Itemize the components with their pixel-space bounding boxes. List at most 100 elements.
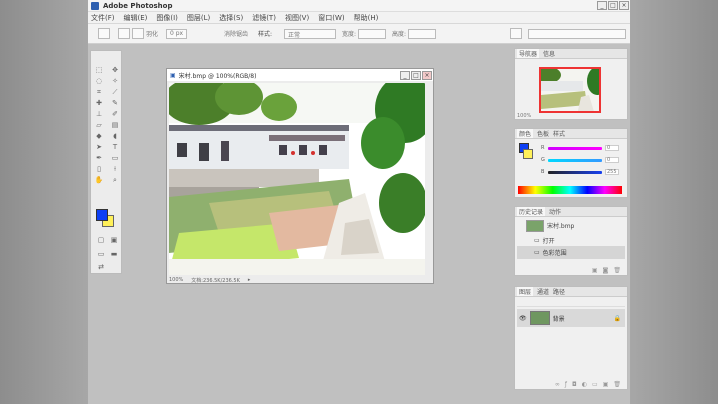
menu-file[interactable]: 文件(F) [91, 13, 115, 23]
eyedropper-tool-icon[interactable]: ⟊ [109, 164, 121, 174]
tab-swatches[interactable]: 色板 [537, 129, 549, 138]
tab-styles[interactable]: 样式 [553, 129, 565, 138]
palette-well[interactable] [528, 28, 626, 39]
foreground-color-swatch[interactable] [96, 209, 108, 221]
canvas-image[interactable] [169, 83, 425, 275]
layer-name: 背景 [552, 315, 565, 323]
navigator-thumbnail[interactable] [539, 67, 601, 113]
path-selection-tool-icon[interactable]: ➤ [93, 142, 105, 152]
document-size-readout: 文档:236.5K/236.5K [191, 277, 240, 284]
layer-options-bar [517, 298, 625, 307]
hand-tool-icon[interactable]: ✋ [93, 175, 105, 185]
menu-help[interactable]: 帮助(H) [354, 13, 379, 23]
history-panel-header: 历史记录 动作 [515, 207, 627, 217]
adjustment-layer-icon[interactable]: ◐ [582, 381, 587, 388]
brush-tool-icon[interactable]: ✎ [109, 98, 121, 108]
doc-maximize-button[interactable]: □ [411, 70, 421, 80]
new-snapshot-icon[interactable]: ◙ [603, 267, 609, 274]
status-arrow-icon[interactable]: ▸ [248, 277, 251, 283]
shape-tool-icon[interactable]: ▭ [109, 153, 121, 163]
menu-view[interactable]: 视图(V) [285, 13, 309, 23]
minimize-button[interactable]: _ [597, 1, 607, 10]
new-group-icon[interactable]: ▭ [592, 381, 598, 388]
zoom-tool-icon[interactable]: ⌕ [109, 175, 121, 185]
type-tool-icon[interactable]: T [109, 142, 121, 152]
slice-tool-icon[interactable]: ⟋ [109, 87, 121, 97]
document-window: ▣ 宋村.bmp @ 100%(RGB/8) _ □ × 100% 文档:236… [166, 68, 434, 284]
green-slider[interactable]: G 0 [541, 157, 619, 163]
color-panel-header: 颜色 色板 样式 [515, 129, 627, 139]
document-title: 宋村.bmp @ 100%(RGB/8) [178, 72, 257, 80]
tab-info[interactable]: 信息 [543, 49, 555, 58]
quick-mask-mode-icon[interactable]: ▣ [108, 235, 120, 245]
jump-to-imageready-icon[interactable]: ⇄ [95, 262, 107, 272]
tab-navigator[interactable]: 导航器 [517, 49, 540, 58]
doc-close-button[interactable]: × [422, 70, 432, 80]
document-title-bar: ▣ 宋村.bmp @ 100%(RGB/8) _ □ × [167, 69, 433, 81]
dodge-tool-icon[interactable]: ◖ [109, 131, 121, 141]
crop-tool-icon[interactable]: ⌗ [93, 87, 105, 97]
standard-mode-icon[interactable]: ▢ [95, 235, 107, 245]
close-button[interactable]: × [619, 1, 629, 10]
blur-tool-icon[interactable]: ◆ [93, 131, 105, 141]
eye-icon[interactable]: 👁 [519, 315, 527, 322]
history-step-icon: ▭ [534, 249, 540, 256]
tab-layers[interactable]: 图层 [517, 287, 534, 296]
lasso-tool-icon[interactable]: ◌ [93, 76, 105, 86]
notes-tool-icon[interactable]: ▯ [93, 164, 105, 174]
options-bar: 羽化 0 px 消除锯齿 样式: 正常 宽度: 高度: [88, 24, 630, 44]
tab-color[interactable]: 颜色 [517, 129, 534, 138]
trash-icon[interactable]: 🗑 [613, 267, 621, 274]
zoom-readout[interactable]: 100% [169, 277, 183, 283]
layer-row-background[interactable]: 👁 背景 🔒 [517, 309, 625, 327]
healing-brush-tool-icon[interactable]: ✚ [93, 98, 105, 108]
gradient-tool-icon[interactable]: ▤ [109, 120, 121, 130]
menu-window[interactable]: 窗口(W) [318, 13, 344, 23]
menu-select[interactable]: 选择(S) [219, 13, 243, 23]
new-document-icon[interactable]: ▣ [592, 267, 598, 274]
delete-layer-icon[interactable]: 🗑 [613, 381, 621, 388]
height-input[interactable] [408, 28, 436, 39]
clone-stamp-tool-icon[interactable]: ⊥ [93, 109, 105, 119]
maximize-button[interactable]: □ [608, 1, 618, 10]
photoshop-icon [91, 1, 99, 10]
style-select[interactable]: 正常 [284, 28, 336, 39]
history-brush-tool-icon[interactable]: ✐ [109, 109, 121, 119]
tool-preset-picker[interactable] [98, 28, 110, 39]
pen-tool-icon[interactable]: ✒ [93, 153, 105, 163]
panel-background-swatch[interactable] [523, 149, 533, 159]
tab-actions[interactable]: 动作 [549, 207, 561, 216]
doc-minimize-button[interactable]: _ [400, 70, 410, 80]
menu-layer[interactable]: 图层(L) [187, 13, 210, 23]
feather-label: 羽化 [146, 31, 159, 38]
palette-well-button[interactable] [510, 28, 522, 39]
screen-mode-icon[interactable]: ▭ [95, 249, 107, 259]
width-input[interactable] [358, 28, 386, 39]
toolbox: ⬚ ✥ ◌ ✧ ⌗ ⟋ ✚ ✎ ⊥ ✐ ▱ ▤ ◆ ◖ ➤ T ✒ ▭ ▯ ⟊ … [90, 50, 122, 274]
menu-filter[interactable]: 滤镜(T) [252, 13, 276, 23]
new-selection-button[interactable] [118, 28, 130, 39]
antialias-checkbox[interactable]: 消除锯齿 [224, 28, 248, 39]
blue-slider[interactable]: B 255 [541, 169, 619, 175]
marquee-tool-icon[interactable]: ⬚ [93, 65, 105, 75]
eraser-tool-icon[interactable]: ▱ [93, 120, 105, 130]
history-step-color-range[interactable]: ▭ 色彩范围 [517, 246, 625, 259]
menu-edit[interactable]: 编辑(E) [124, 13, 148, 23]
add-selection-button[interactable] [132, 28, 144, 39]
tab-history[interactable]: 历史记录 [517, 207, 546, 216]
feather-input[interactable]: 0 px [166, 28, 188, 39]
move-tool-icon[interactable]: ✥ [109, 65, 121, 75]
color-spectrum-ramp[interactable] [518, 186, 622, 194]
fullscreen-mode-icon[interactable]: ▬ [108, 249, 120, 259]
new-layer-icon[interactable]: ▣ [603, 381, 609, 388]
navigator-zoom[interactable]: 100% [517, 113, 531, 119]
mask-icon[interactable]: ◘ [572, 381, 577, 388]
magic-wand-tool-icon[interactable]: ✧ [109, 76, 121, 86]
tab-paths[interactable]: 路径 [553, 287, 565, 296]
layer-style-icon[interactable]: ƒ [565, 381, 567, 388]
red-slider[interactable]: R 0 [541, 145, 619, 151]
tab-channels[interactable]: 通道 [537, 287, 549, 296]
history-snapshot[interactable]: 宋村.bmp [517, 219, 625, 232]
link-icon[interactable]: ∞ [555, 381, 560, 388]
menu-image[interactable]: 图像(I) [156, 13, 178, 23]
